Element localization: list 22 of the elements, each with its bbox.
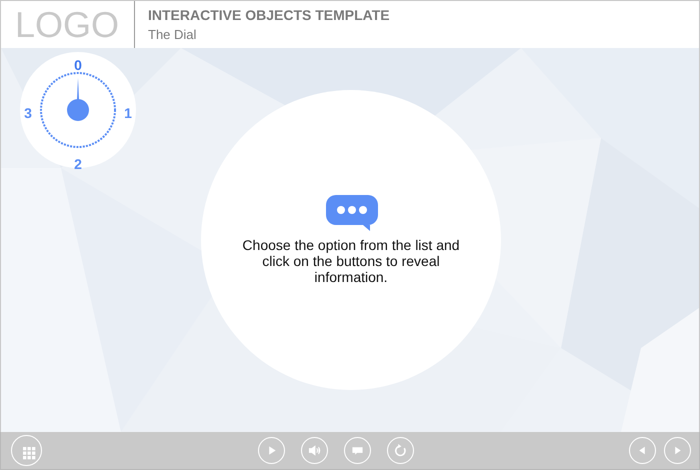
previous-button[interactable] [629,437,656,464]
page-title: INTERACTIVE OBJECTS TEMPLATE [148,7,390,23]
next-button[interactable] [664,437,691,464]
grid-icon [23,447,36,460]
dial-label[interactable]: 3 [24,105,32,121]
volume-button[interactable] [300,437,328,464]
captions-button[interactable] [344,437,370,464]
menu-button[interactable] [11,435,42,466]
replay-button[interactable] [386,437,414,464]
dial-label[interactable]: 2 [74,156,82,170]
left-triangle-icon [639,446,645,454]
dial-label[interactable]: 1 [124,105,132,121]
play-button[interactable] [258,437,284,464]
replay-icon [394,444,406,456]
speech-bubble-icon [352,447,362,455]
instruction-text: Choose the option from the list and click on the buttons to reveal information. [241,237,461,285]
chat-bubble-icon [326,195,378,231]
dial-label[interactable]: 0 [74,57,82,73]
page-subtitle: The Dial [148,27,198,42]
play-icon [268,446,276,455]
right-triangle-icon [675,446,681,454]
speaker-icon [308,446,320,456]
